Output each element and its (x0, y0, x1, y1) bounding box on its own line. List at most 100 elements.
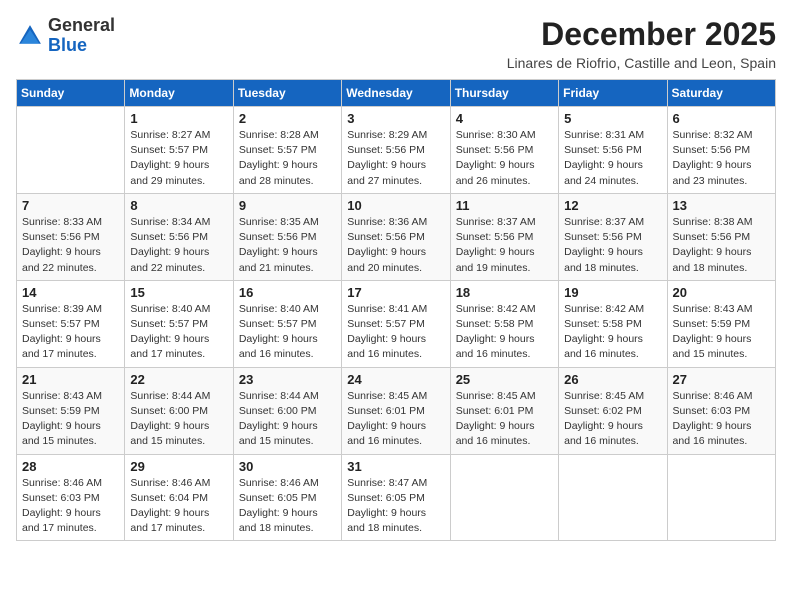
day-number: 15 (130, 285, 227, 300)
calendar-cell: 18Sunrise: 8:42 AMSunset: 5:58 PMDayligh… (450, 280, 558, 367)
calendar-cell: 30 Sunrise: 8:46 AMSunset: 6:05 PMDayligh… (233, 454, 341, 541)
day-number: 10 (347, 198, 444, 213)
day-info: Sunrise: 8:46 AMSunset: 6:03 PMDaylight:… (673, 389, 770, 450)
day-info: Sunrise: 8:46 AMSunset: 6:04 PMDaylight:… (130, 476, 227, 537)
calendar-cell: 6Sunrise: 8:32 AMSunset: 5:56 PMDaylight… (667, 107, 775, 194)
calendar-cell: 7 Sunrise: 8:33 AMSunset: 5:56 PMDaylight… (17, 193, 125, 280)
day-number: 22 (130, 372, 227, 387)
calendar-cell: 26 Sunrise: 8:45 AMSunset: 6:02 PMDayligh… (559, 367, 667, 454)
calendar-cell (17, 107, 125, 194)
calendar-table: SundayMondayTuesdayWednesdayThursdayFrid… (16, 79, 776, 541)
day-number: 8 (130, 198, 227, 213)
day-info: Sunrise: 8:30 AMSunset: 5:56 PMDaylight:… (456, 128, 553, 189)
day-info: Sunrise: 8:43 AMSunset: 5:59 PMDaylight:… (673, 302, 770, 363)
day-number: 27 (673, 372, 770, 387)
week-row-1: 1 Sunrise: 8:27 AMSunset: 5:57 PMDaylight… (17, 107, 776, 194)
day-info: Sunrise: 8:47 AMSunset: 6:05 PMDaylight:… (347, 476, 444, 537)
day-number: 30 (239, 459, 336, 474)
calendar-cell: 19 Sunrise: 8:42 AMSunset: 5:58 PMDayligh… (559, 280, 667, 367)
day-info: Sunrise: 8:38 AMSunset: 5:56 PMDaylight:… (673, 215, 770, 276)
day-info: Sunrise: 8:34 AMSunset: 5:56 PMDaylight:… (130, 215, 227, 276)
calendar-cell: 8 Sunrise: 8:34 AMSunset: 5:56 PMDaylight… (125, 193, 233, 280)
day-number: 23 (239, 372, 336, 387)
day-number: 18 (456, 285, 553, 300)
day-info: Sunrise: 8:27 AMSunset: 5:57 PMDaylight:… (130, 128, 227, 189)
day-info: Sunrise: 8:29 AMSunset: 5:56 PMDaylight:… (347, 128, 444, 189)
day-number: 28 (22, 459, 119, 474)
calendar-cell (559, 454, 667, 541)
calendar-cell: 25 Sunrise: 8:45 AMSunset: 6:01 PMDayligh… (450, 367, 558, 454)
day-number: 2 (239, 111, 336, 126)
calendar-cell (667, 454, 775, 541)
calendar-cell: 5 Sunrise: 8:31 AMSunset: 5:56 PMDaylight… (559, 107, 667, 194)
day-info: Sunrise: 8:39 AMSunset: 5:57 PMDaylight:… (22, 302, 119, 363)
day-info: Sunrise: 8:31 AMSunset: 5:56 PMDaylight:… (564, 128, 661, 189)
week-row-4: 21 Sunrise: 8:43 AMSunset: 5:59 PMDayligh… (17, 367, 776, 454)
title-block: December 2025 Linares de Riofrio, Castil… (507, 16, 776, 71)
calendar-cell: 16 Sunrise: 8:40 AMSunset: 5:57 PMDayligh… (233, 280, 341, 367)
calendar-cell: 28 Sunrise: 8:46 AMSunset: 6:03 PMDayligh… (17, 454, 125, 541)
subtitle: Linares de Riofrio, Castille and Leon, S… (507, 55, 776, 71)
calendar-cell: 13 Sunrise: 8:38 AMSunset: 5:56 PMDayligh… (667, 193, 775, 280)
day-number: 25 (456, 372, 553, 387)
day-info: Sunrise: 8:40 AMSunset: 5:57 PMDaylight:… (239, 302, 336, 363)
calendar-cell: 2Sunrise: 8:28 AMSunset: 5:57 PMDaylight… (233, 107, 341, 194)
weekday-header-friday: Friday (559, 80, 667, 107)
day-info: Sunrise: 8:44 AMSunset: 6:00 PMDaylight:… (239, 389, 336, 450)
week-row-3: 14 Sunrise: 8:39 AMSunset: 5:57 PMDayligh… (17, 280, 776, 367)
week-row-5: 28 Sunrise: 8:46 AMSunset: 6:03 PMDayligh… (17, 454, 776, 541)
calendar-body: 1 Sunrise: 8:27 AMSunset: 5:57 PMDaylight… (17, 107, 776, 541)
calendar-cell: 27 Sunrise: 8:46 AMSunset: 6:03 PMDayligh… (667, 367, 775, 454)
day-info: Sunrise: 8:36 AMSunset: 5:56 PMDaylight:… (347, 215, 444, 276)
day-info: Sunrise: 8:43 AMSunset: 5:59 PMDaylight:… (22, 389, 119, 450)
weekday-header-thursday: Thursday (450, 80, 558, 107)
calendar-cell: 22 Sunrise: 8:44 AMSunset: 6:00 PMDayligh… (125, 367, 233, 454)
day-info: Sunrise: 8:37 AMSunset: 5:56 PMDaylight:… (456, 215, 553, 276)
weekday-header-wednesday: Wednesday (342, 80, 450, 107)
day-info: Sunrise: 8:35 AMSunset: 5:56 PMDaylight:… (239, 215, 336, 276)
day-number: 13 (673, 198, 770, 213)
day-number: 9 (239, 198, 336, 213)
calendar-cell (450, 454, 558, 541)
main-title: December 2025 (507, 16, 776, 53)
day-number: 17 (347, 285, 444, 300)
header: General Blue December 2025 Linares de Ri… (16, 16, 776, 71)
calendar-cell: 31 Sunrise: 8:47 AMSunset: 6:05 PMDayligh… (342, 454, 450, 541)
calendar-cell: 3Sunrise: 8:29 AMSunset: 5:56 PMDaylight… (342, 107, 450, 194)
calendar-cell: 20Sunrise: 8:43 AMSunset: 5:59 PMDayligh… (667, 280, 775, 367)
day-info: Sunrise: 8:33 AMSunset: 5:56 PMDaylight:… (22, 215, 119, 276)
calendar-cell: 10 Sunrise: 8:36 AMSunset: 5:56 PMDayligh… (342, 193, 450, 280)
day-number: 1 (130, 111, 227, 126)
logo: General Blue (16, 16, 115, 56)
logo-text: General Blue (48, 16, 115, 56)
day-info: Sunrise: 8:46 AMSunset: 6:03 PMDaylight:… (22, 476, 119, 537)
calendar-cell: 29 Sunrise: 8:46 AMSunset: 6:04 PMDayligh… (125, 454, 233, 541)
day-number: 14 (22, 285, 119, 300)
weekday-header-saturday: Saturday (667, 80, 775, 107)
day-info: Sunrise: 8:41 AMSunset: 5:57 PMDaylight:… (347, 302, 444, 363)
day-number: 29 (130, 459, 227, 474)
day-info: Sunrise: 8:45 AMSunset: 6:02 PMDaylight:… (564, 389, 661, 450)
day-number: 16 (239, 285, 336, 300)
day-info: Sunrise: 8:45 AMSunset: 6:01 PMDaylight:… (456, 389, 553, 450)
weekday-header-monday: Monday (125, 80, 233, 107)
day-number: 31 (347, 459, 444, 474)
day-number: 5 (564, 111, 661, 126)
day-info: Sunrise: 8:45 AMSunset: 6:01 PMDaylight:… (347, 389, 444, 450)
calendar-cell: 24Sunrise: 8:45 AMSunset: 6:01 PMDayligh… (342, 367, 450, 454)
weekday-header-row: SundayMondayTuesdayWednesdayThursdayFrid… (17, 80, 776, 107)
calendar-cell: 9 Sunrise: 8:35 AMSunset: 5:56 PMDaylight… (233, 193, 341, 280)
week-row-2: 7 Sunrise: 8:33 AMSunset: 5:56 PMDaylight… (17, 193, 776, 280)
day-info: Sunrise: 8:46 AMSunset: 6:05 PMDaylight:… (239, 476, 336, 537)
day-number: 21 (22, 372, 119, 387)
day-number: 7 (22, 198, 119, 213)
calendar-cell: 17 Sunrise: 8:41 AMSunset: 5:57 PMDayligh… (342, 280, 450, 367)
day-info: Sunrise: 8:42 AMSunset: 5:58 PMDaylight:… (564, 302, 661, 363)
logo-icon (16, 22, 44, 50)
day-number: 12 (564, 198, 661, 213)
day-number: 4 (456, 111, 553, 126)
day-info: Sunrise: 8:44 AMSunset: 6:00 PMDaylight:… (130, 389, 227, 450)
calendar-cell: 23 Sunrise: 8:44 AMSunset: 6:00 PMDayligh… (233, 367, 341, 454)
day-number: 26 (564, 372, 661, 387)
day-number: 19 (564, 285, 661, 300)
